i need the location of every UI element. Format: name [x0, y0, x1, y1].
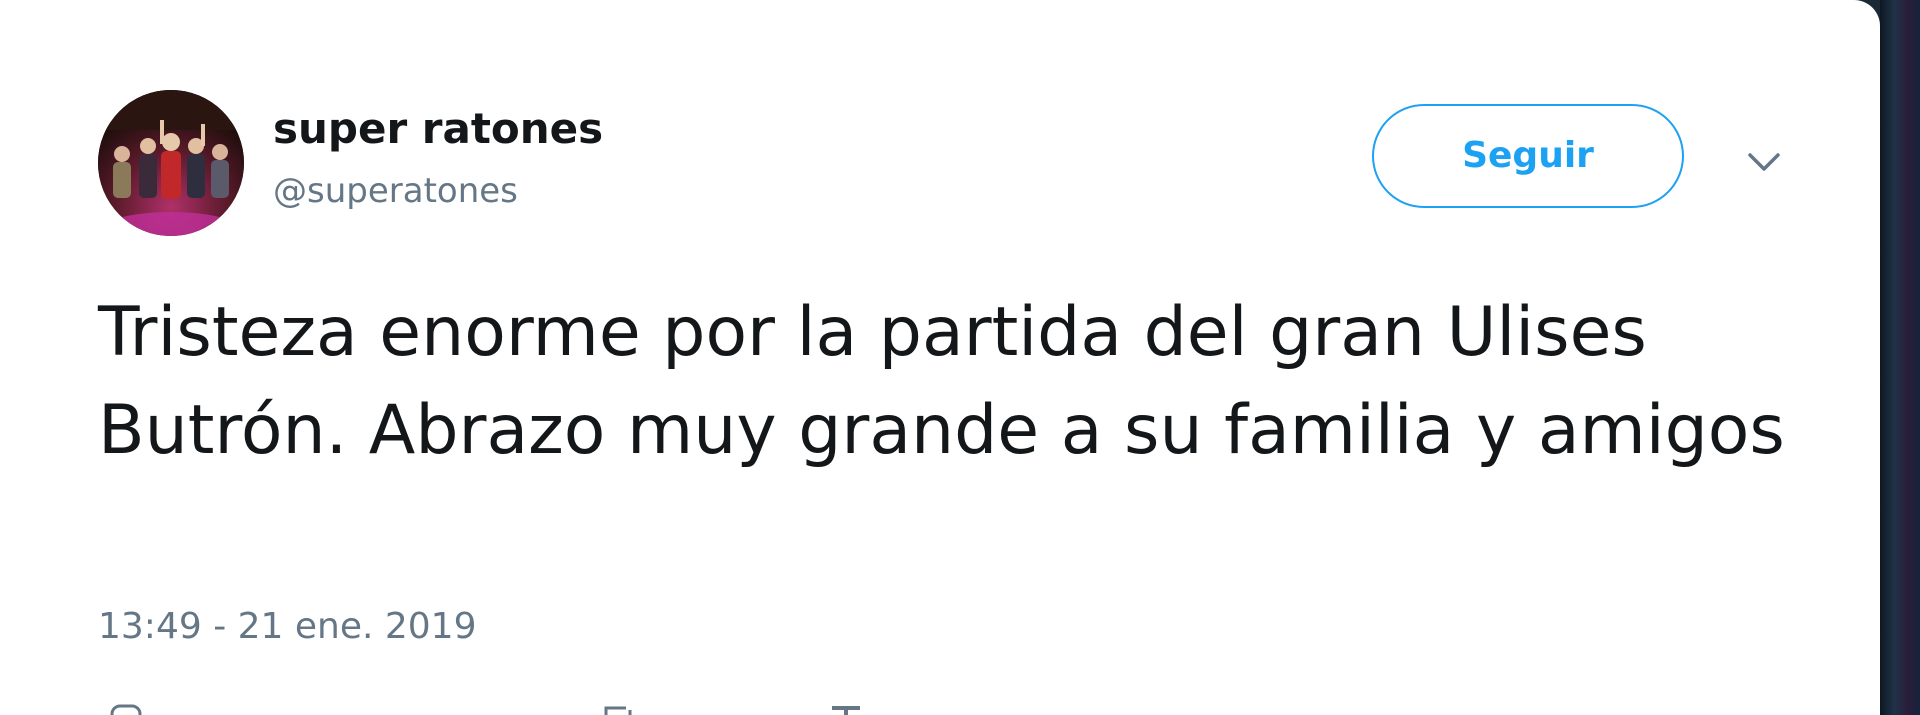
like-icon[interactable] [828, 700, 868, 715]
avatar[interactable] [98, 90, 244, 236]
background-edge [1880, 0, 1920, 715]
user-handle[interactable]: @superatones [273, 170, 518, 212]
reply-icon[interactable] [108, 700, 148, 715]
tweet-timestamp[interactable]: 13:49 - 21 ene. 2019 [98, 605, 477, 649]
retweet-icon[interactable] [598, 700, 638, 715]
tweet-actions [98, 700, 898, 715]
chevron-down-icon[interactable] [1742, 140, 1786, 184]
follow-button[interactable]: Seguir [1372, 104, 1684, 208]
user-name[interactable]: super ratones [273, 104, 603, 154]
tweet-text: Tristeza enorme por la partida del gran … [98, 293, 1785, 470]
tweet-card: super ratones @superatones Seguir Triste… [0, 0, 1880, 715]
